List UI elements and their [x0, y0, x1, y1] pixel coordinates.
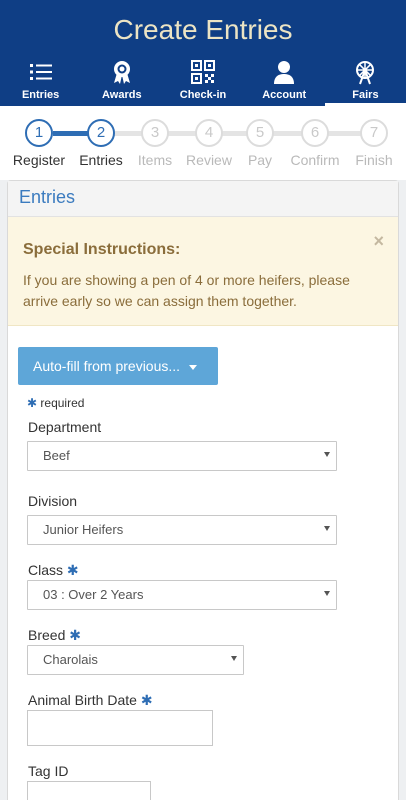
required-star-icon: ✱ — [69, 627, 81, 643]
class-label: Class ✱ — [28, 562, 79, 579]
nav-awards-label: Awards — [102, 89, 142, 101]
chevron-down-icon — [324, 591, 330, 596]
step-pay: 5 Pay — [246, 119, 274, 168]
division-value: Junior Heifers — [43, 522, 124, 537]
user-icon — [274, 61, 295, 84]
required-star-icon: ✱ — [27, 396, 38, 410]
chevron-down-icon — [324, 526, 330, 531]
step-number: 6 — [301, 119, 329, 147]
autofill-label: Auto-fill from previous... — [33, 358, 181, 374]
class-value: 03 : Over 2 Years — [43, 587, 144, 602]
step-finish: 7 Finish — [355, 119, 393, 168]
award-ribbon-icon — [113, 61, 130, 84]
step-number: 4 — [195, 119, 223, 147]
step-number: 2 — [87, 119, 115, 147]
step-review: 4 Review — [186, 119, 232, 168]
tag-id-input[interactable] — [27, 781, 151, 800]
chevron-down-icon — [324, 452, 330, 457]
ferris-wheel-icon — [356, 61, 375, 85]
page-title: Create Entries — [113, 14, 293, 45]
division-select[interactable]: Junior Heifers — [27, 515, 337, 545]
birth-date-label-text: Animal Birth Date — [28, 692, 137, 708]
step-number: 1 — [25, 119, 53, 147]
step-items: 3 Items — [138, 119, 172, 168]
nav-check-in[interactable]: Check-in — [162, 56, 243, 106]
autofill-dropdown-button[interactable]: Auto-fill from previous... — [18, 347, 218, 385]
chevron-down-icon — [231, 656, 237, 661]
birth-date-label: Animal Birth Date ✱ — [28, 692, 153, 709]
nav-entries-label: Entries — [21, 89, 60, 101]
class-select[interactable]: 03 : Over 2 Years — [27, 580, 337, 610]
required-star-icon: ✱ — [140, 692, 153, 708]
step-number: 5 — [246, 119, 274, 147]
step-number: 3 — [141, 119, 169, 147]
nav-fairs-label: Fairs — [352, 89, 379, 101]
required-note: ✱ required — [27, 396, 84, 410]
panel-title: Entries — [8, 181, 398, 217]
entries-panel: Entries Special Instructions: If you are… — [7, 180, 399, 800]
step-register: 1 Register — [13, 119, 65, 168]
close-icon[interactable]: × — [373, 231, 384, 252]
tag-id-label: Tag ID — [28, 763, 69, 779]
division-label: Division — [28, 493, 78, 509]
nav-check-in-label: Check-in — [179, 89, 227, 101]
nav-entries[interactable]: Entries — [0, 56, 81, 106]
breed-label: Breed ✱ — [28, 627, 81, 644]
class-label-text: Class — [28, 562, 64, 578]
required-star-icon: ✱ — [66, 562, 79, 578]
department-select[interactable]: Beef — [27, 441, 337, 471]
nav-fairs[interactable]: Fairs — [324, 56, 406, 106]
alert-body: If you are showing a pen of 4 or more he… — [23, 272, 350, 309]
nav-account-label: Account — [262, 89, 307, 101]
breed-select[interactable]: Charolais — [27, 645, 244, 675]
special-instructions-alert: Special Instructions: If you are showing… — [8, 217, 398, 326]
app-header: Create Entries Entries Awards Check-in A… — [0, 0, 406, 106]
nav-account[interactable]: Account — [244, 56, 325, 106]
step-label: Finish — [355, 152, 393, 168]
step-entries: 2 Entries — [79, 119, 123, 168]
department-value: Beef — [43, 448, 70, 463]
caret-down-icon — [189, 364, 198, 370]
department-label: Department — [28, 419, 102, 435]
list-icon — [29, 64, 52, 80]
required-note-text: required — [40, 396, 85, 410]
step-number: 7 — [360, 119, 388, 147]
breed-label-text: Breed — [28, 627, 66, 643]
alert-title: Special Instructions: — [23, 241, 181, 258]
birth-date-input[interactable] — [27, 710, 213, 746]
nav-awards[interactable]: Awards — [81, 56, 162, 106]
progress-stepper: 1 Register 2 Entries 3 Items 4 Review 5 … — [0, 106, 406, 180]
breed-value: Charolais — [43, 652, 98, 667]
stepper-progress — [53, 131, 88, 136]
step-confirm: 6 Confirm — [290, 119, 340, 168]
qr-code-icon — [191, 60, 215, 84]
top-nav: Entries Awards Check-in Account Fairs — [0, 56, 406, 106]
